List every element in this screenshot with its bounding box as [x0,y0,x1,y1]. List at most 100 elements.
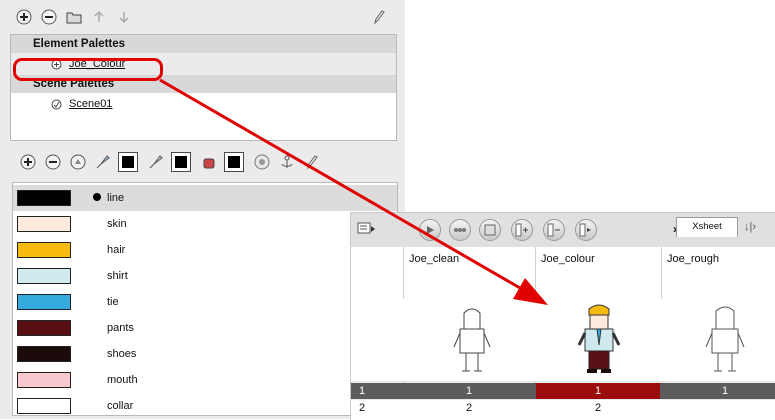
plus-icon [16,9,32,25]
colour-name-text: line [107,192,125,204]
move-up-button[interactable] [89,7,109,27]
pencil-icon [307,155,318,170]
add-texture-button[interactable] [68,152,88,172]
paint-bucket-icon [203,158,215,169]
show-thumbnails-button[interactable] [479,219,501,241]
tab-scroll-arrow-icon[interactable]: ↓|› [744,221,756,233]
minus-icon [41,9,57,25]
colour-swatch [17,294,71,310]
joe-colour-thumbnail[interactable] [563,303,635,377]
swatch-fill [122,156,134,168]
pencil-colour-button[interactable] [146,152,166,172]
frame-icon [484,224,496,236]
add-drawing-button[interactable] [449,219,471,241]
play-icon [427,226,434,234]
element-palettes-header: Element Palettes [11,35,396,53]
colour-name: line [93,192,124,204]
remove-palette-button[interactable] [39,7,59,27]
add-palette-button[interactable] [14,7,34,27]
colour-row-line[interactable]: line [13,185,397,211]
colour-name: shoes [107,348,137,360]
add-colour-button[interactable] [18,152,38,172]
view-menu-icon [357,222,375,234]
tab-xsheet[interactable]: Xsheet [676,217,738,237]
cell-joe-clean-1[interactable]: 1 [466,383,472,399]
joe-rough-thumbnail[interactable] [689,303,761,377]
colour-name: pants [107,322,134,334]
colour-swatch [17,346,71,362]
xsheet-menu-button[interactable] [357,221,377,237]
move-down-button[interactable] [114,7,134,27]
brush-colour-button[interactable] [93,152,113,172]
row-number: 1 [359,385,366,397]
colour-row-mouth[interactable]: mouth [13,367,397,393]
palette-toolbar [14,3,394,31]
colour-row-shirt[interactable]: shirt [13,263,397,289]
colour-toolbar [18,148,398,176]
column-header-joe-colour[interactable]: Joe_colour [541,253,595,265]
colour-row-skin[interactable]: skin [13,211,397,237]
colour-list: line skin hair shirt tie pants shoes mou… [12,182,398,416]
colour-row-shoes[interactable]: shoes [13,341,397,367]
column-options-button[interactable] [575,219,597,241]
colour-swatch [17,320,71,336]
brush-colour-swatch[interactable] [118,152,138,172]
column-header-joe-rough[interactable]: Joe_rough [667,253,719,265]
pencil-colour-icon [149,155,163,169]
colour-swatch [17,268,71,284]
column-header-row: Joe_clean Joe_colour Joe_rough [351,247,775,300]
texture-icon [70,154,86,170]
palette-pencil-button[interactable] [369,7,389,27]
colour-name: hair [107,244,126,256]
column-options-icon [579,223,591,237]
colour-name: collar [107,400,134,412]
arrow-up-icon [94,10,104,22]
remove-column-button[interactable] [543,219,565,241]
palette-item-scene01[interactable]: Scene01 [11,93,396,115]
colour-row-hair[interactable]: hair [13,237,397,263]
edit-colour-button[interactable] [252,152,272,172]
paint-colour-swatch[interactable] [224,152,244,172]
add-column-icon [515,223,528,237]
colour-row-tie[interactable]: tie [13,289,397,315]
cell-joe-rough-1[interactable]: 1 [722,383,728,399]
joe-clean-thumbnail[interactable] [436,303,508,377]
xsheet-row-1: 1 1 1 1 [351,383,775,399]
xsheet-view: » Xsheet ↓|› Joe_clean Joe_colour Joe_ro… [350,212,775,420]
colour-pencil-button[interactable] [302,152,322,172]
pencil-colour-swatch[interactable] [171,152,191,172]
colour-swatch [17,216,71,232]
highlight-ring [13,58,163,81]
import-palette-button[interactable] [64,7,84,27]
column-header-joe-clean[interactable]: Joe_clean [409,253,459,265]
arrow-down-icon [119,12,129,24]
palette-list-panel: Element Palettes Joe_Colour Scene Palett… [0,0,405,419]
colour-row-collar[interactable]: collar [13,393,397,419]
colour-anchor-button[interactable] [277,152,297,172]
dots-icon [454,228,466,232]
colour-name: mouth [107,374,138,386]
brush-icon [96,155,110,169]
cell-joe-colour-2[interactable]: 2 [595,400,601,416]
colour-swatch [17,190,71,206]
play-button[interactable] [419,219,441,241]
edit-colour-icon [254,154,270,170]
add-column-button[interactable] [511,219,533,241]
swatch-fill [228,156,240,168]
remove-colour-button[interactable] [43,152,63,172]
row-number: 2 [359,402,366,414]
xsheet-toolbar: » Xsheet ↓|› [351,213,775,247]
colour-swatch [17,242,71,258]
paint-colour-button[interactable] [199,152,219,172]
anchor-icon [281,155,293,168]
selected-dot-icon [93,193,101,201]
palette-item-label: Scene01 [69,98,113,110]
cell-joe-clean-2[interactable]: 2 [466,400,472,416]
cell-joe-colour-1[interactable]: 1 [595,383,601,399]
colour-swatch [17,372,71,388]
colour-row-pants[interactable]: pants [13,315,397,341]
remove-column-icon [547,223,560,237]
thumbnail-row [351,299,775,381]
colour-swatch [17,398,71,414]
palette-check-icon [51,98,63,110]
